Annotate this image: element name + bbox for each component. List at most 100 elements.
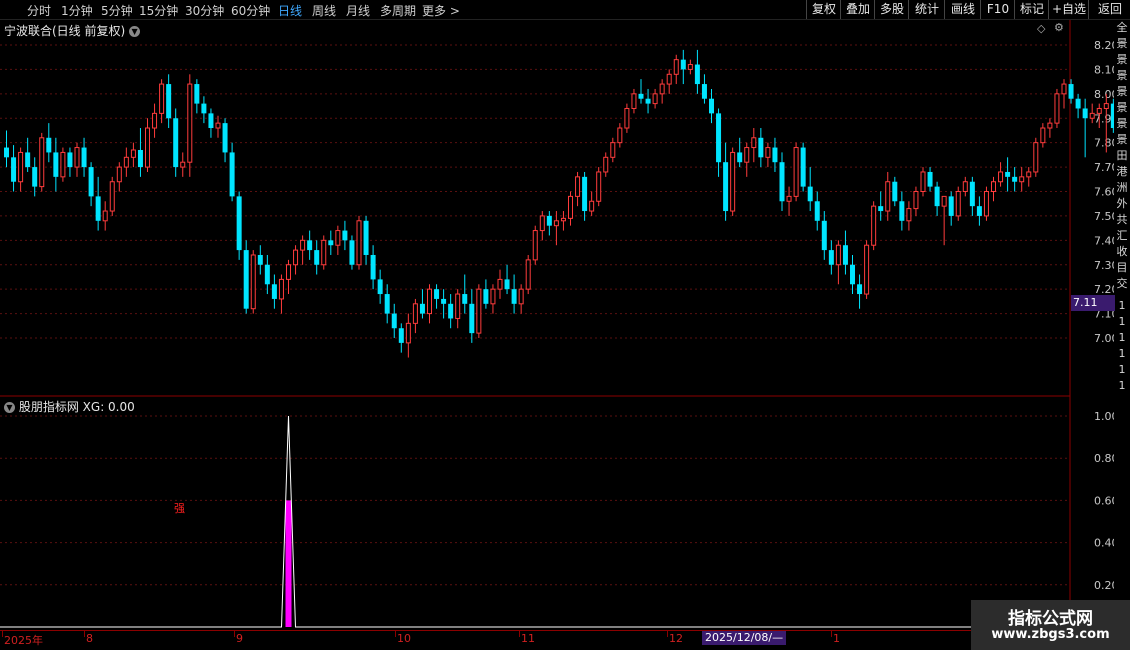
sidebar-item[interactable]: 目 xyxy=(1114,260,1130,276)
candle-body-down[interactable] xyxy=(349,240,355,265)
candle-body-up[interactable] xyxy=(187,83,193,163)
candle-body-up[interactable] xyxy=(998,171,1004,183)
candle-body-up[interactable] xyxy=(300,239,306,251)
candle-body-down[interactable] xyxy=(969,181,975,207)
chart-canvas[interactable]: 8.208.108.007.907.807.707.607.507.407.30… xyxy=(0,0,1114,650)
candle-body-down[interactable] xyxy=(419,303,425,314)
candle-body-down[interactable] xyxy=(11,157,17,182)
candle-body-up[interactable] xyxy=(60,151,66,178)
candle-body-down[interactable] xyxy=(328,240,334,246)
candle-body-up[interactable] xyxy=(159,83,165,114)
sidebar-item[interactable]: 1 xyxy=(1114,362,1130,378)
candle-body-up[interactable] xyxy=(215,122,221,129)
sidebar-item[interactable]: 景 xyxy=(1114,132,1130,148)
candle-body-up[interactable] xyxy=(293,249,299,266)
candle-body-up[interactable] xyxy=(116,166,122,183)
candle-body-down[interactable] xyxy=(1082,108,1088,119)
candle-body-down[interactable] xyxy=(976,206,982,216)
candle-body-up[interactable] xyxy=(687,64,693,70)
sidebar-item[interactable]: 景 xyxy=(1114,100,1130,116)
candle-body-down[interactable] xyxy=(434,289,440,299)
candle-body-up[interactable] xyxy=(596,171,602,202)
candle-body-up[interactable] xyxy=(765,147,771,158)
candle-body-down[interactable] xyxy=(243,250,249,309)
candle-body-up[interactable] xyxy=(130,149,136,158)
candle-body-up[interactable] xyxy=(673,59,679,75)
candle-body-up[interactable] xyxy=(652,93,658,105)
candle-body-up[interactable] xyxy=(427,288,432,315)
candle-body-down[interactable] xyxy=(716,113,722,163)
candle-body-down[interactable] xyxy=(821,220,827,251)
candle-body-down[interactable] xyxy=(370,254,376,280)
candle-body-up[interactable] xyxy=(286,264,291,280)
candle-body-down[interactable] xyxy=(201,103,207,114)
candle-body-down[interactable] xyxy=(772,147,778,163)
candle-body-up[interactable] xyxy=(532,230,538,261)
settings-icon[interactable]: ⚙ xyxy=(1054,21,1064,34)
diamond-icon[interactable]: ◇ xyxy=(1037,22,1045,35)
candle-body-up[interactable] xyxy=(1089,112,1095,119)
candle-body-down[interactable] xyxy=(680,59,686,70)
candle-body-up[interactable] xyxy=(913,191,919,210)
sidebar-item[interactable]: 景 xyxy=(1114,84,1130,100)
candle-body-down[interactable] xyxy=(814,201,820,221)
candle-body-up[interactable] xyxy=(123,156,129,168)
sidebar-item[interactable]: 全 xyxy=(1114,20,1130,36)
candle-body-up[interactable] xyxy=(102,210,108,222)
sidebar-item[interactable]: 景 xyxy=(1114,52,1130,68)
sidebar-item[interactable]: 田 xyxy=(1114,148,1130,164)
candle-body-down[interactable] xyxy=(95,196,101,221)
candle-body-down[interactable] xyxy=(342,230,348,241)
sidebar-item[interactable]: 共 xyxy=(1114,212,1130,228)
candle-body-up[interactable] xyxy=(405,322,411,344)
candle-body-down[interactable] xyxy=(546,215,552,226)
sidebar-item[interactable]: 景 xyxy=(1114,68,1130,84)
candle-body-down[interactable] xyxy=(927,171,933,187)
candle-body-up[interactable] xyxy=(553,220,559,227)
candle-body-down[interactable] xyxy=(694,64,700,85)
sidebar-item[interactable]: 港 xyxy=(1114,164,1130,180)
candle-body-up[interactable] xyxy=(575,176,581,197)
candle-body-up[interactable] xyxy=(1061,83,1067,95)
sidebar-item[interactable]: 洲 xyxy=(1114,180,1130,196)
sidebar-item[interactable]: 1 xyxy=(1114,314,1130,330)
candle-body-down[interactable] xyxy=(271,284,277,299)
candle-body-down[interactable] xyxy=(307,240,313,251)
candle-body-down[interactable] xyxy=(511,289,517,304)
candle-body-up[interactable] xyxy=(920,171,926,192)
candle-body-down[interactable] xyxy=(469,303,475,334)
candle-body-up[interactable] xyxy=(871,205,877,246)
candle-body-up[interactable] xyxy=(991,181,996,193)
candle-body-down[interactable] xyxy=(137,149,143,168)
candle-body-down[interactable] xyxy=(582,176,588,212)
candle-body-down[interactable] xyxy=(701,84,707,99)
candle-body-down[interactable] xyxy=(638,93,644,99)
candle-body-up[interactable] xyxy=(74,147,80,168)
candle-body-down[interactable] xyxy=(264,264,270,285)
right-sidebar[interactable]: 全景景景景景景景田港洲外共汇收目交111111 xyxy=(1114,20,1130,630)
candle-body-down[interactable] xyxy=(645,98,651,104)
sidebar-item[interactable]: 1 xyxy=(1114,346,1130,362)
candle-body-up[interactable] xyxy=(835,244,841,266)
candle-body-down[interactable] xyxy=(723,162,729,212)
candle-body-down[interactable] xyxy=(448,303,454,319)
candle-body-down[interactable] xyxy=(194,84,200,104)
candle-body-down[interactable] xyxy=(462,294,468,304)
candle-body-down[interactable] xyxy=(173,118,179,168)
candle-body-up[interactable] xyxy=(412,303,418,324)
candle-body-down[interactable] xyxy=(25,152,31,168)
sidebar-item[interactable]: 1 xyxy=(1114,298,1130,314)
candle-body-down[interactable] xyxy=(483,289,489,304)
candle-body-down[interactable] xyxy=(441,298,447,304)
candle-body-up[interactable] xyxy=(1047,122,1053,129)
candle-body-up[interactable] xyxy=(250,254,256,310)
candle-body-up[interactable] xyxy=(793,147,799,197)
candle-body-down[interactable] xyxy=(363,220,369,255)
candle-body-up[interactable] xyxy=(497,278,503,290)
candle-body-up[interactable] xyxy=(39,137,45,188)
candle-body-down[interactable] xyxy=(67,152,73,168)
sidebar-item[interactable]: 收 xyxy=(1114,244,1130,260)
candle-body-up[interactable] xyxy=(356,220,362,266)
candle-body-down[interactable] xyxy=(504,279,510,290)
candle-body-down[interactable] xyxy=(257,254,263,265)
